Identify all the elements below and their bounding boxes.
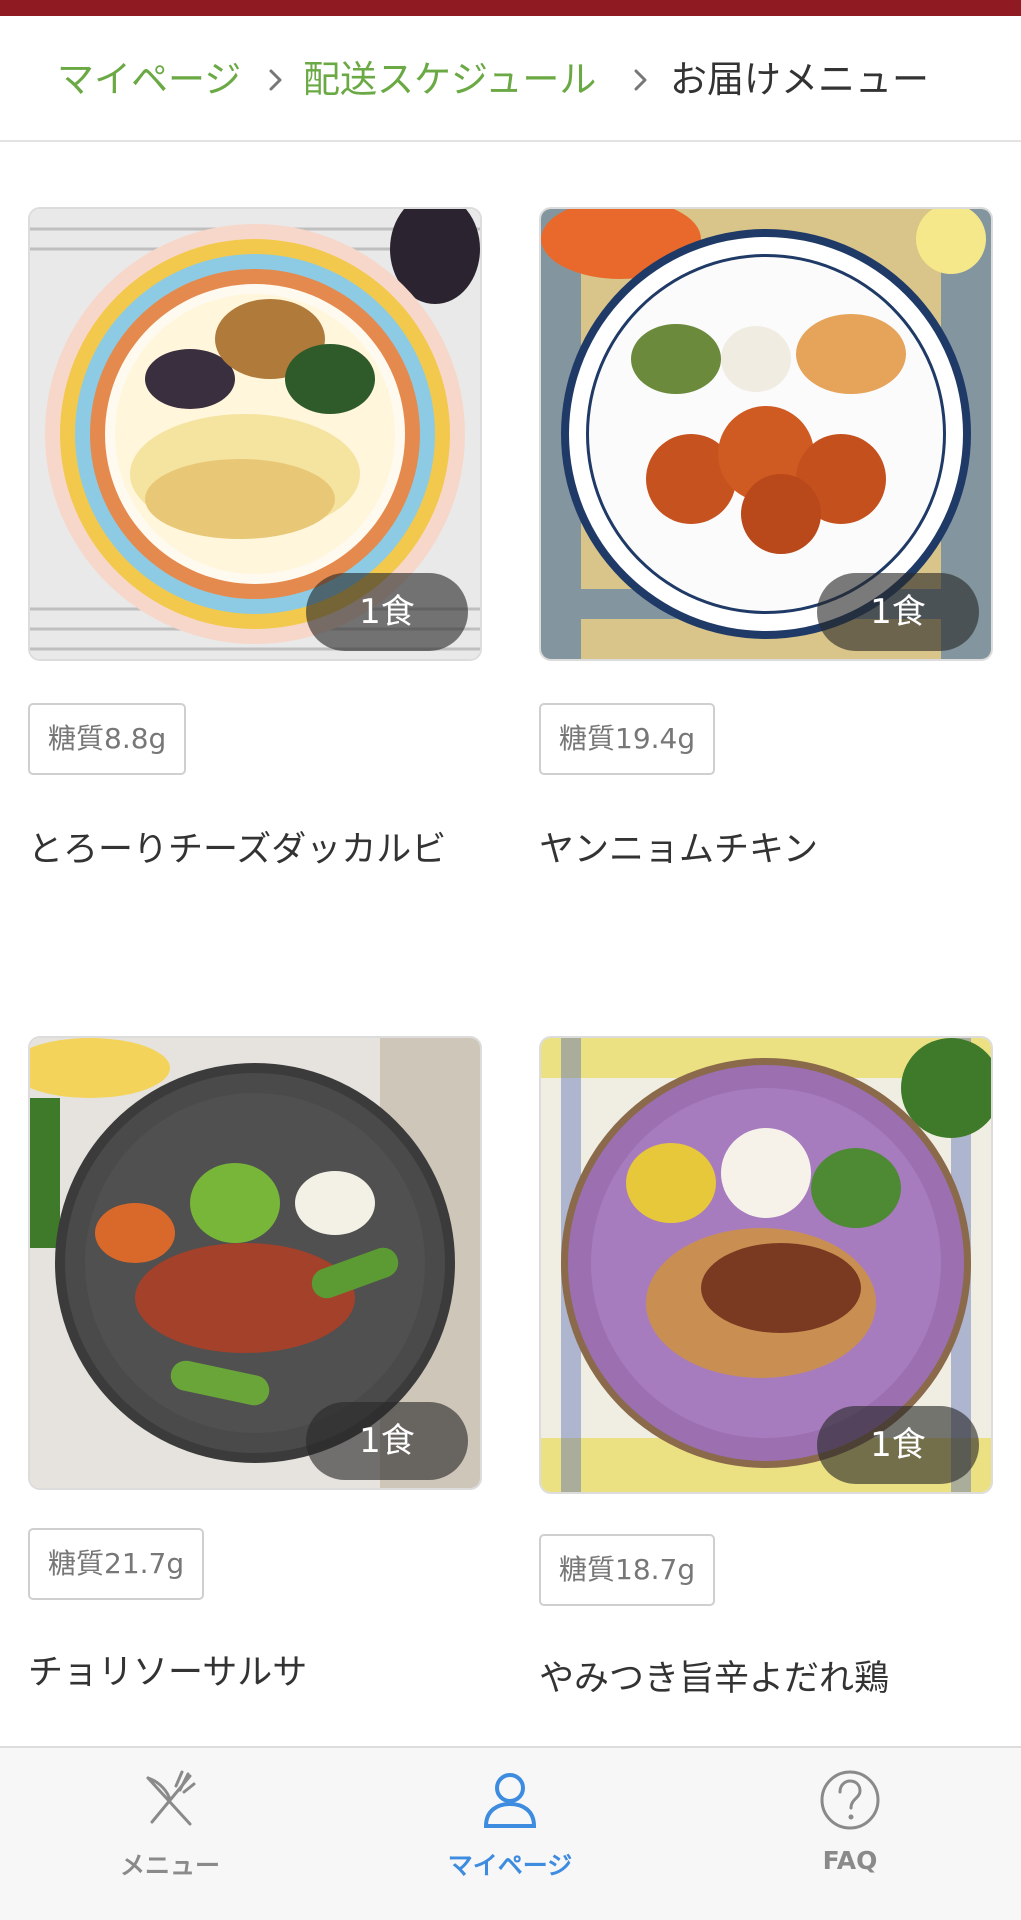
chevron-right-icon <box>634 69 647 91</box>
meal-photo[interactable]: 1食 <box>28 1036 482 1490</box>
tab-label: メニュー <box>119 1851 220 1880</box>
meal-photo[interactable]: 1食 <box>539 207 993 661</box>
breadcrumb-schedule-link[interactable]: 配送スケジュール <box>303 56 596 104</box>
dish-name: やみつき旨辛よだれ鶏 <box>539 1659 890 1699</box>
meal-card[interactable]: 1食 糖質21.7g チョリソーサルサ <box>28 1036 482 1726</box>
carb-badge: 糖質18.7g <box>539 1534 716 1606</box>
breadcrumb: マイページ 配送スケジュール お届けメニュー <box>0 16 1021 142</box>
chevron-right-icon <box>269 69 282 91</box>
quantity-badge: 1食 <box>817 1406 979 1484</box>
quantity-badge: 1食 <box>306 573 468 651</box>
dish-name: ヤンニョムチキン <box>539 830 818 870</box>
meal-card[interactable]: 1食 糖質8.8g とろーりチーズダッカルビ <box>28 207 482 947</box>
meal-photo[interactable]: 1食 <box>28 207 482 661</box>
quantity-badge: 1食 <box>817 573 979 651</box>
tab-label: FAQ <box>822 1846 878 1875</box>
carb-badge: 糖質21.7g <box>28 1528 205 1600</box>
fork-knife-icon <box>146 1770 196 1826</box>
breadcrumb-mypage-link[interactable]: マイページ <box>57 56 241 104</box>
bottom-tab-bar: メニュー マイページ FAQ <box>0 1746 1021 1920</box>
tab-mypage[interactable]: マイページ <box>400 1748 620 1920</box>
tab-faq[interactable]: FAQ <box>740 1748 960 1920</box>
dish-name: とろーりチーズダッカルビ <box>28 830 447 870</box>
carb-badge: 糖質8.8g <box>28 703 187 775</box>
carb-badge: 糖質19.4g <box>539 703 716 775</box>
tab-menu[interactable]: メニュー <box>60 1748 280 1920</box>
quantity-badge: 1食 <box>306 1402 468 1480</box>
question-circle-icon <box>820 1770 880 1830</box>
top-status-bar <box>0 0 1021 16</box>
breadcrumb-current: お届けメニュー <box>670 58 929 101</box>
meal-card[interactable]: 1食 糖質18.7g やみつき旨辛よだれ鶏 <box>539 1036 993 1726</box>
meal-photo[interactable]: 1食 <box>539 1036 993 1494</box>
person-icon <box>483 1773 537 1828</box>
meal-card[interactable]: 1食 糖質19.4g ヤンニョムチキン <box>539 207 993 947</box>
dish-name: チョリソーサルサ <box>28 1653 308 1693</box>
tab-label: マイページ <box>447 1851 573 1880</box>
